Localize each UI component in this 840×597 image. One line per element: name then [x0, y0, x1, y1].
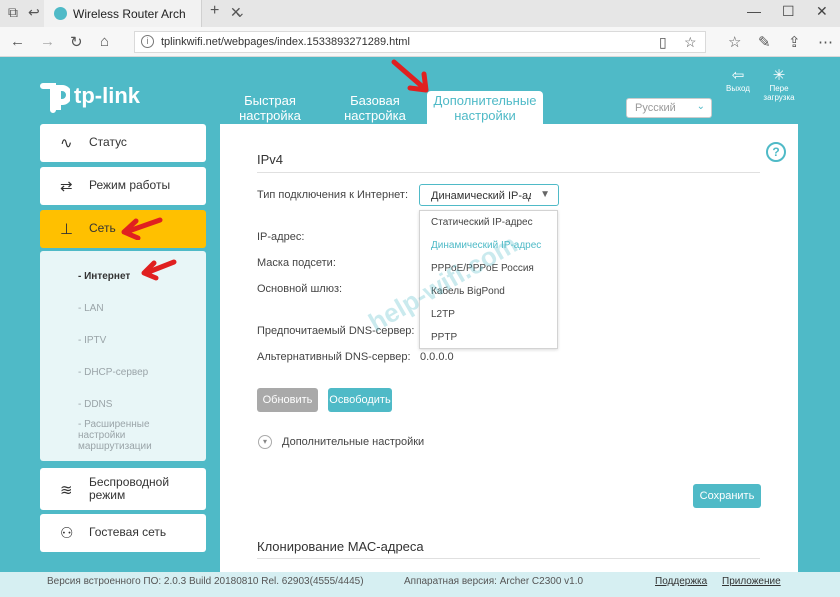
- dns2-value: 0.0.0.0: [420, 351, 454, 363]
- section-title-mac-clone: Клонирование МАС-адреса: [257, 539, 424, 554]
- url-text[interactable]: tplinkwifi.net/webpages/index.1533893271…: [161, 36, 410, 48]
- favorite-star-icon[interactable]: ☆: [684, 34, 697, 51]
- sidebar: ∿ Статус ⇄ Режим работы ⊥ Сеть - Интерне…: [40, 124, 206, 572]
- annotation-arrow-icon: [121, 217, 163, 240]
- footer: Версия встроенного ПО: 2.0.3 Build 20180…: [0, 572, 840, 597]
- sidebar-item-label: Статус: [89, 135, 127, 149]
- favorites-icon[interactable]: ☆: [728, 33, 741, 51]
- expand-chevron-icon[interactable]: ▾: [258, 435, 272, 449]
- browser-tab-bar: ⧉ ↩ Wireless Router Archer ✕ + ⌄ — ☐ ✕: [0, 0, 840, 27]
- reboot-label: Пере загрузка: [763, 84, 795, 102]
- logo-text: tp-link: [74, 83, 140, 108]
- mask-label: Маска подсети:: [257, 257, 336, 269]
- more-icon[interactable]: ⋯: [818, 33, 833, 51]
- subnav-iptv[interactable]: - IPTV: [78, 335, 106, 346]
- sidebar-item-mode[interactable]: ⇄ Режим работы: [40, 167, 206, 205]
- annotation-arrow-icon: [391, 59, 429, 93]
- main-content: IPv4 ? Тип подключения к Интернет: Динам…: [220, 124, 798, 572]
- language-select[interactable]: Русский ⌄: [626, 98, 712, 118]
- option-static[interactable]: Статический IP-адрес: [431, 217, 533, 228]
- pulse-icon: ∿: [60, 135, 73, 152]
- subnav-routing[interactable]: - Расширенные настройки маршрутизации: [78, 419, 188, 452]
- subnav-internet[interactable]: - Интернет: [78, 271, 130, 282]
- switch-icon: ⇄: [60, 178, 73, 195]
- sidebar-item-label: Сеть: [89, 221, 116, 235]
- subnav-ddns[interactable]: - DDNS: [78, 399, 112, 410]
- share-icon[interactable]: ⇪: [788, 33, 801, 51]
- connection-type-label: Тип подключения к Интернет:: [257, 189, 409, 201]
- renew-button[interactable]: Обновить: [257, 388, 318, 412]
- logout-label: Выход: [726, 84, 750, 93]
- sidebar-item-wireless[interactable]: ≋ Беспроводной режим: [40, 468, 206, 510]
- support-link[interactable]: Поддержка: [655, 576, 707, 587]
- help-icon[interactable]: ?: [766, 142, 786, 162]
- tab-advanced[interactable]: Дополнительные настройки: [427, 91, 543, 124]
- tab-basic[interactable]: Базовая настройка: [333, 93, 417, 123]
- back-icon[interactable]: ←: [10, 33, 25, 50]
- network-icon: ⊥: [60, 221, 74, 238]
- tab-favicon-icon: [54, 7, 67, 20]
- connection-type-select[interactable]: Динамический IP-адрес ▼: [419, 184, 559, 206]
- language-value: Русский: [635, 102, 676, 114]
- advanced-settings-toggle[interactable]: Дополнительные настройки: [282, 436, 424, 448]
- subnav-dhcp[interactable]: - DHCP-сервер: [78, 367, 148, 378]
- reboot-button[interactable]: ✳ Пере загрузка: [760, 67, 798, 103]
- reading-view-icon[interactable]: ▯: [659, 34, 667, 51]
- app-link[interactable]: Приложение: [722, 576, 781, 587]
- info-icon[interactable]: i: [141, 35, 154, 48]
- pen-icon[interactable]: ✎: [758, 33, 771, 51]
- divider: [257, 172, 760, 173]
- sidebar-item-label: Беспроводной режим: [89, 475, 170, 502]
- save-button[interactable]: Сохранить: [693, 484, 761, 508]
- new-tab-icon[interactable]: +: [210, 2, 219, 20]
- annotation-arrow-icon: [141, 259, 177, 281]
- release-button[interactable]: Освободить: [328, 388, 392, 412]
- divider: [257, 558, 760, 559]
- tp-link-logo: tp-link: [40, 80, 160, 116]
- close-window-button[interactable]: ✕: [816, 3, 828, 20]
- browser-nav-bar: ← → ↻ ⌂ i tplinkwifi.net/webpages/index.…: [0, 27, 840, 57]
- tp-link-logo-icon: [40, 83, 72, 113]
- section-title-ipv4: IPv4: [257, 152, 284, 167]
- maximize-button[interactable]: ☐: [782, 3, 795, 20]
- refresh-icon[interactable]: ↻: [70, 33, 83, 51]
- tab-menu-icon[interactable]: ⌄: [234, 4, 246, 21]
- option-l2tp[interactable]: L2TP: [431, 309, 455, 320]
- reboot-icon: ✳: [772, 67, 786, 84]
- gateway-label: Основной шлюз:: [257, 283, 343, 295]
- forward-icon[interactable]: →: [40, 33, 55, 50]
- logout-button[interactable]: ⇦ Выход: [724, 67, 752, 94]
- guest-users-icon: ⚇: [60, 525, 74, 542]
- ip-label: IP-адрес:: [257, 231, 305, 243]
- network-subnav: - Интернет - LAN - IPTV - DHCP-сервер - …: [40, 251, 206, 461]
- tab-preview-icon[interactable]: ↩: [28, 4, 40, 21]
- chevron-down-icon: ⌄: [696, 101, 705, 112]
- browser-tab[interactable]: Wireless Router Archer ✕: [44, 0, 242, 27]
- logout-icon: ⇦: [731, 67, 745, 84]
- chevron-down-icon: ▼: [540, 189, 550, 200]
- wifi-icon: ≋: [60, 482, 73, 499]
- home-icon[interactable]: ⌂: [100, 33, 109, 50]
- option-pptp[interactable]: PPTP: [431, 332, 457, 343]
- address-bar[interactable]: i tplinkwifi.net/webpages/index.15338932…: [134, 31, 706, 53]
- sidebar-item-label: Режим работы: [89, 178, 171, 192]
- tab-list-icon[interactable]: ⧉: [8, 4, 18, 21]
- sidebar-item-label: Гостевая сеть: [89, 525, 167, 539]
- subnav-lan[interactable]: - LAN: [78, 303, 104, 314]
- tab-title: Wireless Router Archer: [73, 7, 185, 21]
- dns2-label: Альтернативный DNS-сервер:: [257, 351, 411, 363]
- connection-type-value: Динамический IP-адрес: [431, 190, 531, 202]
- sidebar-item-status[interactable]: ∿ Статус: [40, 124, 206, 162]
- hardware-version: Аппаратная версия: Archer C2300 v1.0: [404, 576, 584, 587]
- firmware-version: Версия встроенного ПО: 2.0.3 Build 20180…: [47, 576, 364, 587]
- minimize-button[interactable]: —: [747, 3, 761, 19]
- tab-quick-setup[interactable]: Быстрая настройка: [228, 93, 312, 123]
- sidebar-item-guest[interactable]: ⚇ Гостевая сеть: [40, 514, 206, 552]
